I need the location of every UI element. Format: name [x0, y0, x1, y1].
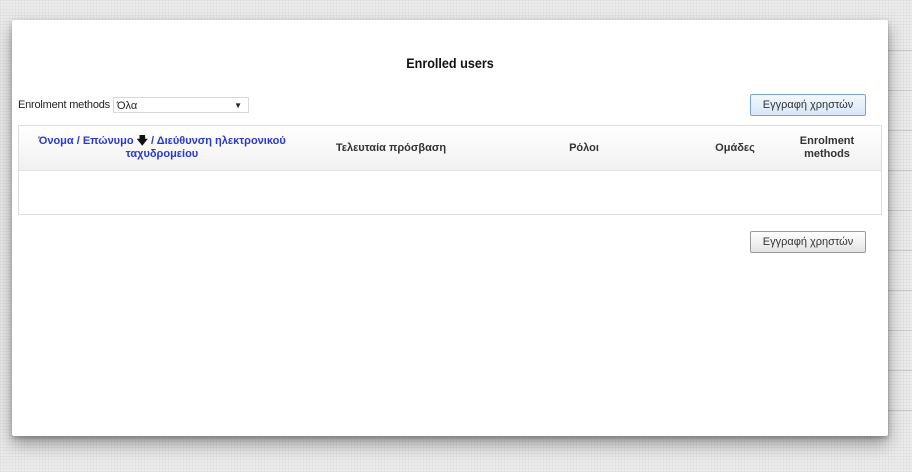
filter-label: Enrolment methods [18, 99, 110, 111]
enrol-users-button-top[interactable]: Εγγραφή χρηστών [750, 94, 866, 116]
select-value: Όλα [116, 100, 138, 112]
sort-by-email-link[interactable]: / Διεύθυνση ηλεκτρονικού ταχυδρομείου [126, 135, 286, 160]
column-header-name-email: Όνομα / Επώνυμο 🡇 / Διεύθυνση ηλεκτρονικ… [27, 126, 297, 170]
enrolment-methods-select[interactable]: Όλα ▼ [112, 97, 249, 113]
arrow-down-icon: 🡇 [136, 135, 148, 147]
table-body [19, 171, 881, 214]
table-header: Όνομα / Επώνυμο 🡇 / Διεύθυνση ηλεκτρονικ… [19, 126, 881, 171]
chevron-down-icon: ▼ [234, 101, 242, 110]
background-lines [888, 20, 912, 436]
column-header-roles: Ρόλοι [569, 141, 599, 154]
enrolment-methods-filter: Enrolment methods Όλα ▼ [18, 96, 249, 114]
enrol-users-button-bottom[interactable]: Εγγραφή χρηστών [750, 231, 866, 253]
enrolled-users-table: Όνομα / Επώνυμο 🡇 / Διεύθυνση ηλεκτρονικ… [18, 125, 882, 215]
sort-by-name-link[interactable]: Όνομα / Επώνυμο [38, 135, 133, 147]
column-header-enrolment-methods: Enrolment methods [799, 135, 855, 160]
column-header-groups: Ομάδες [715, 141, 755, 154]
column-header-last-access: Τελευταία πρόσβαση [335, 141, 447, 154]
page-title: Enrolled users [406, 55, 494, 71]
enrolled-users-panel: Enrolled users Enrolment methods Όλα ▼ Ε… [12, 20, 888, 436]
